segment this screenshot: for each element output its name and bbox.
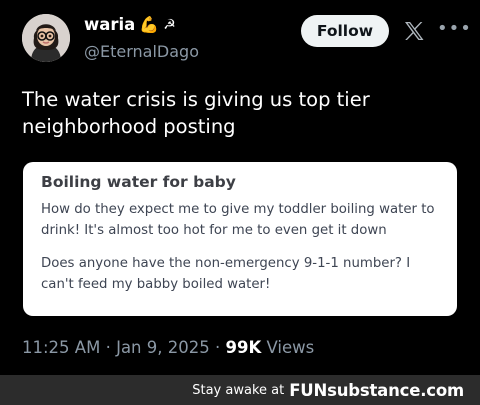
x-logo-icon[interactable] [402, 19, 426, 43]
embedded-screenshot-card: Boiling water for baby How do they expec… [23, 162, 457, 316]
post-time[interactable]: 11:25 AM [22, 338, 100, 357]
watermark-bar: Stay awake at FUNsubstance.com [0, 375, 480, 405]
meta-separator: · [215, 338, 221, 357]
embedded-post-paragraph: How do they expect me to give my toddler… [41, 202, 435, 238]
views-count: 99K [225, 338, 262, 357]
embedded-post-title: Boiling water for baby [41, 173, 236, 191]
watermark-brand: FUNsubstance.com [289, 380, 464, 400]
hammer-sickle-icon: ☭ [163, 16, 176, 33]
post-meta: 11:25 AM · Jan 9, 2025 · 99K Views [22, 338, 314, 357]
author-handle[interactable]: @EternalDago [84, 42, 199, 61]
author-name-row[interactable]: waria 💪 ☭ [84, 15, 176, 34]
tweet-post: waria 💪 ☭ @EternalDago Follow ••• The wa… [0, 0, 480, 375]
watermark-prefix: Stay awake at [192, 382, 285, 398]
flexed-biceps-emoji: 💪 [139, 14, 160, 34]
follow-button[interactable]: Follow [301, 15, 389, 47]
author-display-name[interactable]: waria [84, 15, 135, 34]
post-date[interactable]: Jan 9, 2025 [116, 338, 210, 357]
avatar[interactable] [22, 14, 70, 62]
embedded-post-paragraph: Does anyone have the non-emergency 9-1-1… [41, 256, 411, 292]
post-text: The water crisis is giving us top tier n… [22, 88, 370, 138]
avatar-image [22, 14, 70, 62]
meta-separator: · [105, 338, 111, 357]
views-label: Views [266, 338, 315, 357]
more-icon[interactable]: ••• [437, 19, 472, 39]
